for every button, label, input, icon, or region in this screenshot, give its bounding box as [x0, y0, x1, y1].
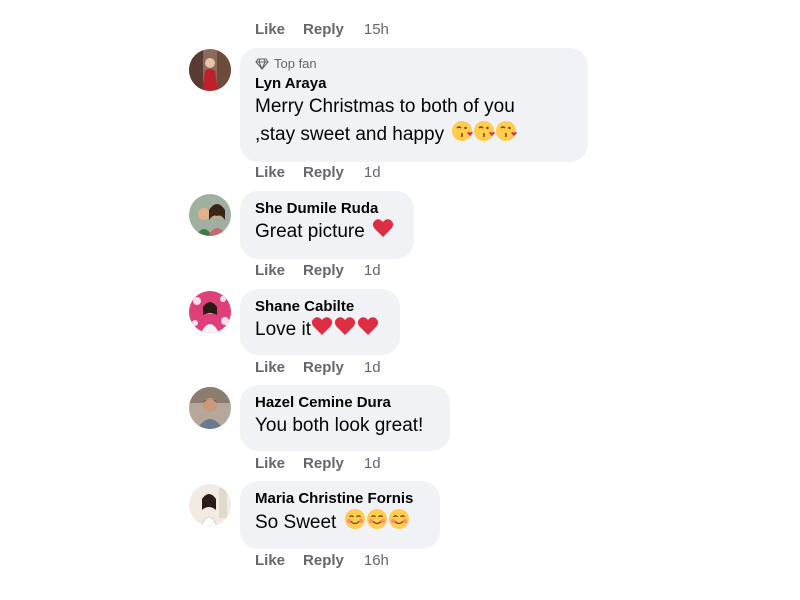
like-button[interactable]: Like — [255, 455, 285, 472]
reply-button[interactable]: Reply — [303, 21, 344, 38]
comment-actions: Like Reply 15h — [255, 21, 389, 38]
comment-text: So Sweet — [255, 512, 337, 534]
comment-timestamp[interactable]: 16h — [364, 552, 389, 569]
avatar[interactable] — [189, 484, 231, 526]
comment-author[interactable]: Maria Christine Fornis — [255, 489, 427, 508]
avatar-photo — [189, 194, 231, 236]
reply-button[interactable]: Reply — [303, 164, 344, 181]
reply-button[interactable]: Reply — [303, 262, 344, 279]
comment-actions: Like Reply 16h — [255, 552, 389, 569]
comment-author[interactable]: Lyn Araya — [255, 74, 575, 93]
comment-timestamp[interactable]: 1d — [364, 455, 381, 472]
comment-author[interactable]: Hazel Cemine Dura — [255, 393, 437, 412]
kissing-face-emoji — [451, 120, 518, 150]
top-fan-badge: Top fan — [255, 56, 575, 71]
comment-author[interactable]: She Dumile Ruda — [255, 199, 401, 218]
comment-text: Great picture — [255, 221, 365, 243]
comment-actions: Like Reply 1d — [255, 359, 381, 376]
avatar-photo — [189, 291, 231, 333]
comment-bubble: Shane Cabilte Love it — [240, 289, 400, 355]
like-button[interactable]: Like — [255, 164, 285, 181]
comment-bubble: Maria Christine Fornis So Sweet — [240, 481, 440, 549]
like-button[interactable]: Like — [255, 262, 285, 279]
comment-thread: Like Reply 15h Top fan Lyn Araya Merry C… — [0, 0, 800, 600]
comment-author[interactable]: Shane Cabilte — [255, 297, 387, 316]
comment-bubble: Hazel Cemine Dura You both look great! — [240, 385, 450, 451]
comment-text: Love it — [255, 319, 311, 341]
top-fan-label: Top fan — [274, 56, 317, 71]
comment-actions: Like Reply 1d — [255, 262, 381, 279]
reply-button[interactable]: Reply — [303, 359, 344, 376]
avatar[interactable] — [189, 387, 231, 429]
avatar-photo — [189, 387, 231, 429]
reply-button[interactable]: Reply — [303, 552, 344, 569]
comment-actions: Like Reply 1d — [255, 455, 381, 472]
comment-bubble: Top fan Lyn Araya Merry Christmas to bot… — [240, 48, 588, 162]
avatar[interactable] — [189, 291, 231, 333]
diamond-icon — [255, 57, 269, 70]
comment-timestamp[interactable]: 1d — [364, 359, 381, 376]
comment-text-line: Merry Christmas to both of you — [255, 96, 515, 117]
like-button[interactable]: Like — [255, 21, 285, 38]
comment-timestamp[interactable]: 15h — [364, 21, 389, 38]
red-heart-emoji — [311, 316, 379, 344]
reply-button[interactable]: Reply — [303, 455, 344, 472]
avatar[interactable] — [189, 194, 231, 236]
smiling-blush-emoji — [344, 508, 410, 538]
comment-bubble: She Dumile Ruda Great picture — [240, 191, 414, 259]
avatar-photo — [189, 49, 231, 91]
comment-timestamp[interactable]: 1d — [364, 262, 381, 279]
avatar[interactable] — [189, 49, 231, 91]
comment-timestamp[interactable]: 1d — [364, 164, 381, 181]
avatar-photo — [189, 484, 231, 526]
comment-text: You both look great! — [255, 415, 424, 436]
like-button[interactable]: Like — [255, 359, 285, 376]
comment-actions: Like Reply 1d — [255, 164, 381, 181]
comment-text: ,stay sweet and happy — [255, 124, 445, 146]
like-button[interactable]: Like — [255, 552, 285, 569]
comment-text-line: ,stay sweet and happy — [255, 120, 575, 150]
red-heart-emoji — [372, 218, 394, 246]
